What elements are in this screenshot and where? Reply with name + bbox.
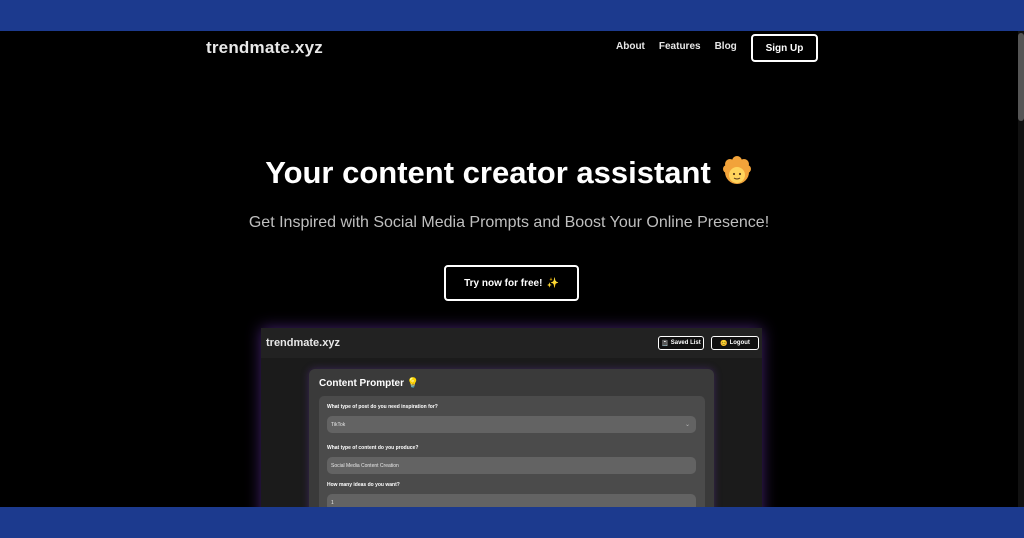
bottom-frame-band <box>0 507 1024 538</box>
saved-list-label: Saved List <box>670 340 701 346</box>
hero-title-text: Your content creator assistant <box>265 155 711 191</box>
nav-link-features[interactable]: Features <box>659 41 701 52</box>
content-prompter-title: Content Prompter 💡 <box>319 378 420 389</box>
scrollbar-thumb[interactable] <box>1018 33 1024 121</box>
idea-count-value: 1 <box>331 499 334 506</box>
hero-subtitle: Get Inspired with Social Media Prompts a… <box>248 214 770 231</box>
try-free-label: Try now for free! <box>464 277 543 289</box>
navbar: trendmate.xyz About Features Blog Sign U… <box>0 31 1018 63</box>
page: trendmate.xyz About Features Blog Sign U… <box>0 31 1024 507</box>
try-free-button[interactable]: Try now for free! ✨ <box>444 265 579 301</box>
top-frame-band <box>0 0 1024 31</box>
post-type-label: What type of post do you need inspiratio… <box>327 404 438 410</box>
nav-link-about[interactable]: About <box>616 41 645 52</box>
signup-button[interactable]: Sign Up <box>751 34 818 62</box>
notebook-icon: 📓 <box>661 340 669 347</box>
logout-button[interactable]: 😊 Logout <box>711 336 759 350</box>
sparkles-icon: ✨ <box>546 277 559 289</box>
idea-count-field[interactable]: 1 <box>327 494 696 507</box>
content-type-field[interactable]: Social Media Content Creation <box>327 457 696 474</box>
person-emoji-icon <box>721 155 753 195</box>
app-header: trendmate.xyz 📓 Saved List 😊 Logout <box>261 328 762 358</box>
saved-list-button[interactable]: 📓 Saved List <box>658 336 704 350</box>
app-preview: trendmate.xyz 📓 Saved List 😊 Logout Cont… <box>261 328 762 507</box>
idea-count-label: How many ideas do you want? <box>327 482 400 488</box>
app-brand: trendmate.xyz <box>266 337 340 349</box>
page-scrollbar[interactable] <box>1018 31 1024 507</box>
content-type-label: What type of content do you produce? <box>327 445 419 451</box>
logout-label: Logout <box>729 340 750 346</box>
post-type-select[interactable]: TikTok ⌄ <box>327 416 696 433</box>
chevron-down-icon: ⌄ <box>684 422 690 428</box>
post-type-value: TikTok <box>331 421 346 428</box>
brand-logo-text[interactable]: trendmate.xyz <box>206 38 323 58</box>
hero-title: Your content creator assistant <box>0 155 1018 195</box>
smile-icon: 😊 <box>720 340 728 347</box>
prompter-form: What type of post do you need inspiratio… <box>319 396 705 507</box>
nav-links: About Features Blog <box>616 41 737 52</box>
content-prompter-card: Content Prompter 💡 What type of post do … <box>309 369 714 507</box>
content-type-value: Social Media Content Creation <box>331 462 399 469</box>
nav-link-blog[interactable]: Blog <box>715 41 737 52</box>
